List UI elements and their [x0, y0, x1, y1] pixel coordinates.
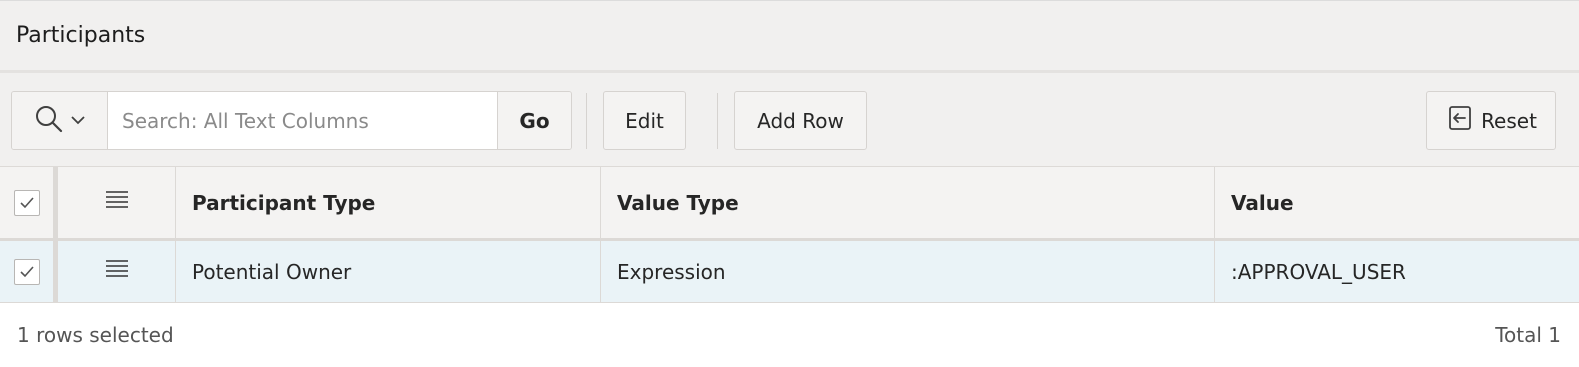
- column-header-participant-type[interactable]: Participant Type: [175, 167, 600, 238]
- participants-region: Participants Go Edit: [0, 0, 1579, 367]
- search-icon: [34, 104, 64, 138]
- add-row-button[interactable]: Add Row: [734, 91, 867, 150]
- row-select-cell: [0, 241, 58, 302]
- cell-value: :APPROVAL_USER: [1231, 259, 1406, 284]
- column-header-value-type[interactable]: Value Type: [600, 167, 1214, 238]
- table-row[interactable]: Potential Owner Expression :APPROVAL_USE…: [0, 241, 1579, 303]
- row-actions-icon[interactable]: [104, 189, 130, 216]
- column-header-label: Participant Type: [192, 190, 376, 215]
- row-select-checkbox[interactable]: [13, 258, 40, 285]
- selection-status: 1 rows selected: [17, 323, 174, 347]
- cell-value-type[interactable]: Expression: [600, 241, 1214, 302]
- region-title: Participants: [16, 23, 146, 48]
- total-count: Total 1: [1495, 323, 1561, 347]
- row-actions-menu-icon[interactable]: [104, 258, 130, 285]
- region-header: Participants: [0, 1, 1579, 73]
- search-column-menu-button[interactable]: [12, 92, 108, 149]
- grid-header-row: Participant Type Value Type Value: [0, 167, 1579, 241]
- column-header-label: Value Type: [617, 190, 739, 215]
- reset-label: Reset: [1481, 108, 1537, 133]
- reset-icon: [1445, 104, 1473, 137]
- chevron-down-icon: [70, 111, 86, 130]
- cell-participant-type[interactable]: Potential Owner: [175, 241, 600, 302]
- grid-footer: 1 rows selected Total 1: [0, 303, 1579, 367]
- header-actions-cell: [58, 167, 175, 238]
- column-header-label: Value: [1231, 190, 1294, 215]
- row-actions-cell: [58, 241, 175, 302]
- toolbar-divider: [717, 93, 718, 149]
- column-header-value[interactable]: Value: [1214, 167, 1579, 238]
- edit-button[interactable]: Edit: [603, 91, 686, 150]
- header-select-cell: [0, 167, 58, 238]
- go-button[interactable]: Go: [497, 92, 571, 149]
- cell-value[interactable]: :APPROVAL_USER: [1214, 241, 1579, 302]
- toolbar-divider: [586, 93, 587, 149]
- select-all-checkbox[interactable]: [13, 189, 40, 216]
- cell-value: Potential Owner: [192, 259, 352, 284]
- cell-value: Expression: [617, 259, 726, 284]
- reset-button[interactable]: Reset: [1426, 91, 1556, 150]
- grid-toolbar: Go Edit Add Row Reset: [0, 73, 1579, 167]
- search-group: Go: [11, 91, 572, 150]
- search-input[interactable]: [108, 92, 497, 149]
